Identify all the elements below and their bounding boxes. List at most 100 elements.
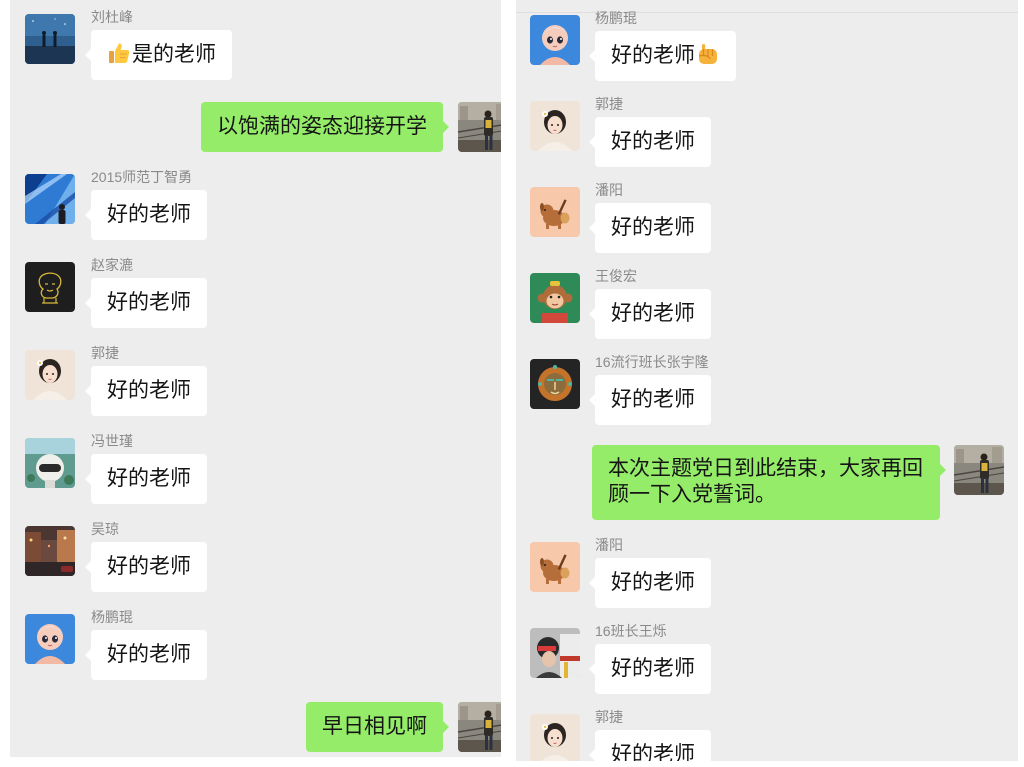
message-text: 好的老师: [107, 555, 191, 578]
avatar-image: [25, 350, 75, 400]
self-avatar[interactable]: [458, 702, 501, 752]
sender-avatar[interactable]: [25, 350, 75, 400]
sender-name: 王俊宏: [595, 268, 637, 284]
message-text: 好的老师: [611, 302, 695, 325]
avatar-image: [530, 714, 580, 761]
sender-name: 吴琼: [91, 521, 119, 537]
sender-avatar[interactable]: [530, 628, 580, 678]
sender-name: 杨鹏琨: [595, 10, 637, 26]
divider: [516, 12, 1018, 13]
sender-name: 赵家漉: [91, 257, 133, 273]
message-text: 早日相见啊: [322, 715, 427, 738]
chat-panel-right: 杨鹏琨 好的老师 郭捷 好的老师 潘阳 好的老师 王俊宏 好的老师 16流行班长…: [516, 0, 1018, 761]
message-text: 好的老师: [611, 44, 695, 67]
avatar-image: [530, 542, 580, 592]
chat-message: 16流行班长张宇隆 好的老师: [516, 354, 1018, 425]
chat-message: 16班长王烁 好的老师: [516, 623, 1018, 694]
chat-message: 冯世瑾 好的老师: [10, 433, 501, 504]
avatar-image: [530, 187, 580, 237]
avatar-image: [530, 359, 580, 409]
sender-avatar[interactable]: [25, 526, 75, 576]
message-bubble[interactable]: 好的老师: [589, 117, 711, 167]
sender-avatar[interactable]: [25, 262, 75, 312]
sender-name: 杨鹏琨: [91, 609, 133, 625]
message-bubble[interactable]: 是的老师: [85, 30, 232, 80]
message-text: 好的老师: [611, 216, 695, 239]
sender-name: 郭捷: [91, 345, 119, 361]
message-text: 好的老师: [611, 657, 695, 680]
sender-name: 郭捷: [595, 96, 623, 112]
sender-avatar[interactable]: [530, 359, 580, 409]
message-bubble[interactable]: 好的老师: [85, 190, 207, 240]
sender-avatar[interactable]: [530, 101, 580, 151]
message-text: 好的老师: [107, 467, 191, 490]
sender-avatar[interactable]: [25, 438, 75, 488]
avatar-image: [458, 102, 501, 152]
sender-name: 郭捷: [595, 709, 623, 725]
message-bubble[interactable]: 好的老师: [589, 730, 711, 761]
chat-message: 赵家漉 好的老师: [10, 257, 501, 328]
sender-name: 冯世瑾: [91, 433, 133, 449]
chat-message: 杨鹏琨 好的老师: [10, 609, 501, 680]
sender-avatar[interactable]: [25, 174, 75, 224]
chat-message: 王俊宏 好的老师: [516, 268, 1018, 339]
sender-avatar[interactable]: [530, 714, 580, 761]
chat-message: 潘阳 好的老师: [516, 182, 1018, 253]
sender-avatar[interactable]: [25, 614, 75, 664]
message-text: 好的老师: [611, 571, 695, 594]
message-text: 好的老师: [107, 379, 191, 402]
sender-name: 2015师范丁智勇: [91, 169, 193, 185]
message-text: 以饱满的姿态迎接开学: [217, 115, 427, 138]
chat-message: 杨鹏琨 好的老师: [516, 10, 1018, 81]
message-text: 好的老师: [611, 388, 695, 411]
avatar-image: [530, 15, 580, 65]
message-text: 好的老师: [611, 743, 695, 761]
sender-name: 潘阳: [595, 182, 623, 198]
avatar-image: [530, 628, 580, 678]
chat-message: 郭捷 好的老师: [10, 345, 501, 416]
raised-fist-icon: [696, 35, 720, 64]
thumbs-up-icon: [107, 34, 131, 63]
chat-message: 郭捷 好的老师: [516, 709, 1018, 761]
chat-message: 早日相见啊: [10, 702, 501, 752]
sender-avatar[interactable]: [25, 14, 75, 64]
message-bubble[interactable]: 好的老师: [589, 558, 711, 608]
chat-message: 2015师范丁智勇 好的老师: [10, 169, 501, 240]
avatar-image: [25, 438, 75, 488]
message-text: 好的老师: [107, 291, 191, 314]
avatar-image: [954, 445, 1004, 495]
chat-message: 郭捷 好的老师: [516, 96, 1018, 167]
message-bubble[interactable]: 好的老师: [85, 366, 207, 416]
avatar-image: [25, 262, 75, 312]
sender-name: 16班长王烁: [595, 623, 667, 639]
sender-avatar[interactable]: [530, 273, 580, 323]
message-bubble[interactable]: 本次主题党日到此结束，大家再回顾一下入党誓词。: [592, 445, 946, 520]
message-bubble[interactable]: 好的老师: [85, 278, 207, 328]
avatar-image: [25, 174, 75, 224]
sender-name: 刘杜峰: [91, 9, 133, 25]
chat-message: 潘阳 好的老师: [516, 537, 1018, 608]
message-bubble[interactable]: 好的老师: [85, 630, 207, 680]
self-avatar[interactable]: [954, 445, 1004, 495]
message-bubble[interactable]: 好的老师: [589, 375, 711, 425]
message-bubble[interactable]: 好的老师: [85, 542, 207, 592]
avatar-image: [530, 101, 580, 151]
chat-message: 吴琼 好的老师: [10, 521, 501, 592]
message-bubble[interactable]: 好的老师: [589, 203, 711, 253]
avatar-image: [25, 526, 75, 576]
self-avatar[interactable]: [458, 102, 501, 152]
chat-panel-left: 刘杜峰 是的老师 以饱满的姿态迎接开学 2015师范丁智勇 好的老师 赵家漉 好…: [10, 0, 501, 757]
message-bubble[interactable]: 好的老师: [589, 289, 711, 339]
avatar-image: [530, 273, 580, 323]
message-bubble[interactable]: 好的老师: [589, 644, 711, 694]
message-bubble[interactable]: 早日相见啊: [306, 702, 449, 752]
sender-avatar[interactable]: [530, 542, 580, 592]
message-text: 好的老师: [107, 203, 191, 226]
message-text: 好的老师: [107, 643, 191, 666]
sender-avatar[interactable]: [530, 15, 580, 65]
chat-message: 以饱满的姿态迎接开学: [10, 102, 501, 152]
message-bubble[interactable]: 好的老师: [85, 454, 207, 504]
sender-avatar[interactable]: [530, 187, 580, 237]
message-bubble[interactable]: 好的老师: [589, 31, 736, 81]
message-bubble[interactable]: 以饱满的姿态迎接开学: [201, 102, 449, 152]
